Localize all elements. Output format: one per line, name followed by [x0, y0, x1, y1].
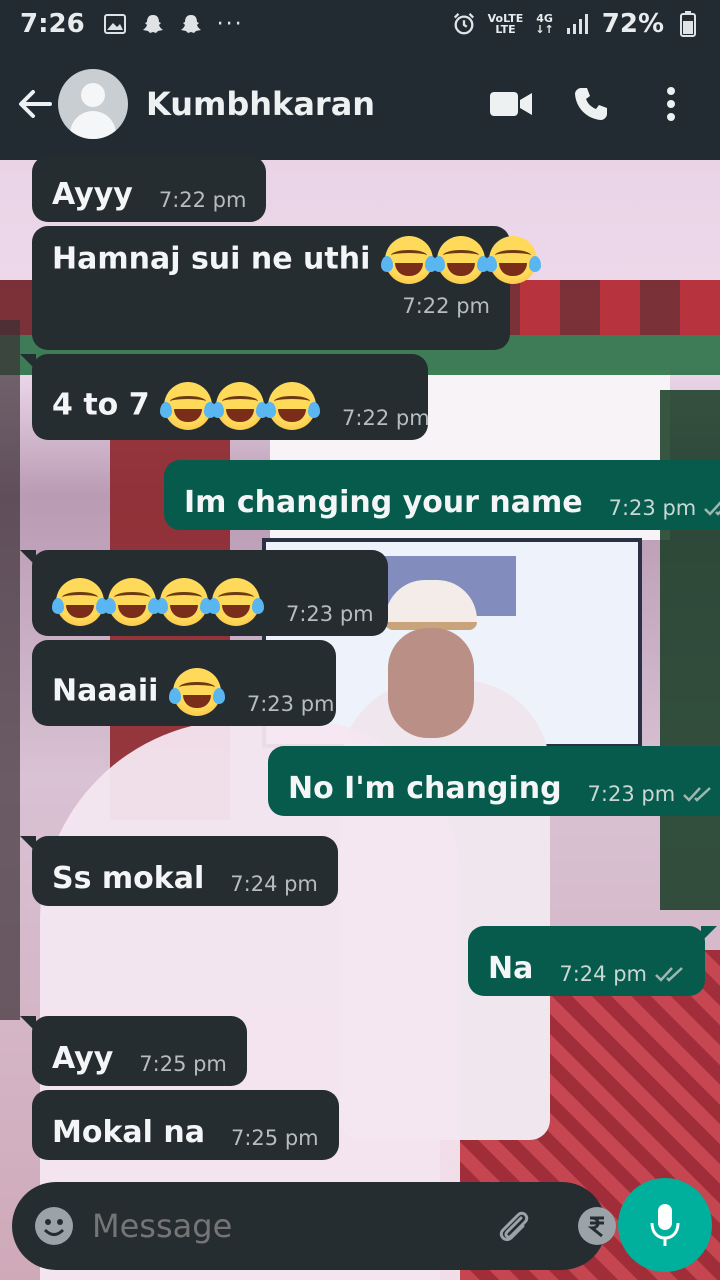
- rupee-icon: [578, 1207, 616, 1245]
- back-arrow-icon: [19, 90, 52, 118]
- message-text: Ss mokal: [52, 861, 205, 896]
- message-text: Im changing your name: [184, 485, 583, 520]
- message-bubble-incoming[interactable]: Ayyy 7:22 pm: [32, 156, 267, 222]
- attach-icon: [499, 1211, 529, 1242]
- message-text: No I'm changing: [288, 771, 562, 806]
- message-time: 7:23 pm: [608, 496, 697, 520]
- message-text: Ayy: [52, 1041, 114, 1076]
- message-time: 7:23 pm: [286, 602, 374, 626]
- read-receipt-icon: [704, 501, 720, 516]
- tears-of-joy-emoji-icon: [168, 668, 225, 716]
- tears-of-joy-emoji-icon: [432, 236, 489, 284]
- mic-icon: [650, 1204, 680, 1246]
- message-bubble-incoming[interactable]: 7:23 pm: [20, 550, 388, 636]
- voice-call-button[interactable]: [568, 81, 614, 127]
- message-bubble-incoming[interactable]: Mokal na 7:25 pm: [32, 1090, 339, 1160]
- video-call-icon: [490, 92, 532, 116]
- snapchat-icon: [179, 12, 203, 36]
- status-bar: 7:26 ··· VoLTE LTE 4G ↓↑ 72%: [0, 0, 720, 48]
- message-text: Naaaii: [52, 673, 159, 709]
- read-receipt-icon: [683, 787, 712, 802]
- chat-header: Kumbhkaran: [0, 48, 720, 160]
- message-time: 7:25 pm: [231, 1126, 319, 1150]
- message-input[interactable]: [92, 1207, 491, 1245]
- voice-message-button[interactable]: [618, 1178, 712, 1272]
- volte-indicator: VoLTE LTE: [487, 12, 524, 36]
- video-call-button[interactable]: [488, 81, 534, 127]
- alarm-icon: [452, 12, 476, 36]
- status-time: 7:26: [20, 9, 85, 39]
- tears-of-joy-emoji-icon: [208, 578, 264, 626]
- snapchat-icon: [141, 12, 165, 36]
- message-bubble-incoming[interactable]: 4 to 7 7:22 pm: [20, 354, 430, 440]
- back-button[interactable]: [12, 74, 58, 134]
- battery-icon: [676, 11, 700, 37]
- attach-button[interactable]: [491, 1204, 535, 1248]
- tears-of-joy-emoji-icon: [104, 578, 160, 626]
- tears-of-joy-emoji-icon: [264, 382, 321, 430]
- more-options-button[interactable]: [648, 81, 694, 127]
- message-text: 4 to 7: [52, 387, 150, 423]
- tears-of-joy-emoji-icon: [156, 578, 212, 626]
- signal-icon: [566, 12, 590, 36]
- message-time: 7:24 pm: [230, 872, 318, 896]
- message-text: Ayyy: [52, 177, 133, 212]
- message-time: 7:24 pm: [559, 962, 647, 986]
- message-bubble-incoming[interactable]: Ss mokal 7:24 pm: [20, 836, 338, 906]
- message-time: 7:22 pm: [342, 406, 430, 430]
- smiley-icon: [35, 1207, 73, 1245]
- read-receipt-icon: [655, 967, 683, 982]
- more-vert-icon: [667, 87, 675, 121]
- message-time: 7:23 pm: [246, 692, 335, 716]
- contact-avatar[interactable]: [58, 69, 128, 139]
- message-text: Hamnaj sui ne uthi: [52, 241, 371, 277]
- emoji-button[interactable]: [34, 1204, 74, 1248]
- message-list[interactable]: Ayyy 7:22 pm Hamnaj sui ne uthi 7:22 pm …: [0, 156, 720, 1170]
- message-time: 7:23 pm: [587, 782, 676, 806]
- payment-button[interactable]: [575, 1204, 619, 1248]
- gallery-icon: [103, 12, 127, 36]
- message-time: 7:22 pm: [402, 294, 490, 318]
- message-bubble-outgoing[interactable]: No I'm changing 7:23 pm: [268, 746, 720, 816]
- tears-of-joy-emoji-icon: [212, 382, 269, 430]
- tears-of-joy-emoji-icon: [380, 236, 437, 284]
- message-time: 7:25 pm: [139, 1052, 227, 1076]
- tears-of-joy-emoji-icon: [160, 382, 217, 430]
- message-bubble-incoming[interactable]: Hamnaj sui ne uthi 7:22 pm: [32, 226, 541, 350]
- network-type: 4G ↓↑: [535, 12, 554, 36]
- contact-name[interactable]: Kumbhkaran: [146, 85, 375, 123]
- tears-of-joy-emoji-icon: [484, 236, 541, 284]
- message-composer: [12, 1182, 701, 1270]
- message-text: Mokal na: [52, 1115, 205, 1150]
- message-text: Na: [488, 951, 534, 986]
- message-time: 7:22 pm: [158, 188, 247, 212]
- message-bubble-outgoing[interactable]: Na 7:24 pm: [468, 926, 717, 996]
- battery-percent: 72%: [601, 9, 664, 39]
- message-bubble-incoming[interactable]: Naaaii 7:23 pm: [32, 640, 336, 726]
- status-overflow: ···: [216, 11, 244, 37]
- message-bubble-outgoing[interactable]: Im changing your name 7:23 pm: [164, 460, 720, 530]
- message-bubble-incoming[interactable]: Ayy 7:25 pm: [20, 1016, 247, 1086]
- phone-icon: [575, 88, 607, 120]
- tears-of-joy-emoji-icon: [52, 578, 108, 626]
